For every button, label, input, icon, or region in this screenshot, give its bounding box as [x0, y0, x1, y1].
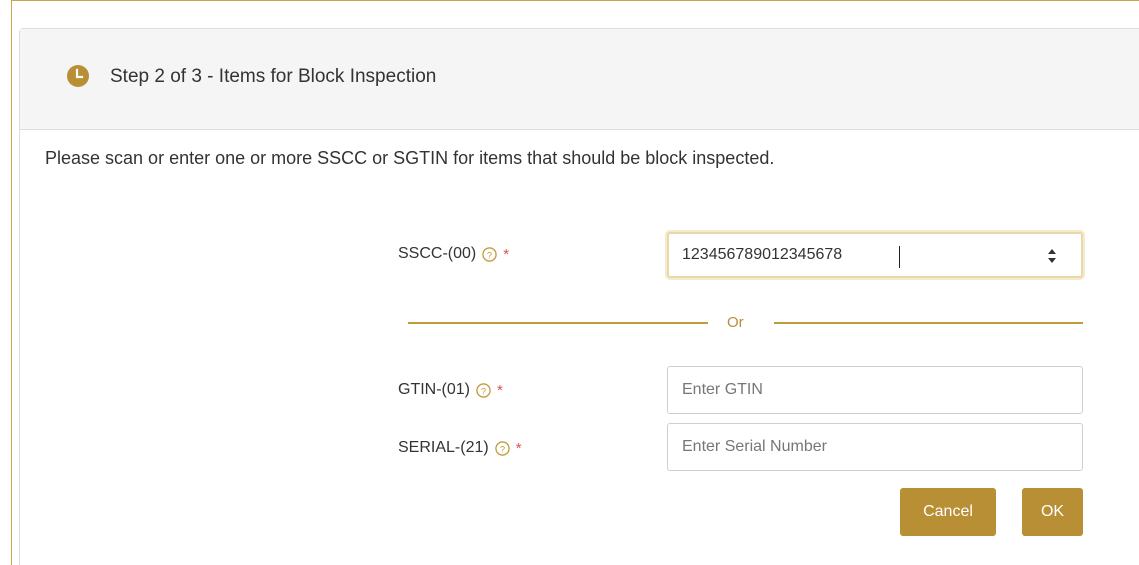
divider-or-label: Or [727, 314, 744, 331]
help-icon[interactable]: ? [482, 246, 497, 262]
sscc-label: SSCC-(00) [398, 245, 477, 262]
gtin-label: GTIN-(01) [398, 381, 470, 398]
divider-line-right [774, 322, 1083, 324]
svg-text:?: ? [500, 444, 505, 454]
required-marker: * [503, 245, 510, 263]
panel-header: Step 2 of 3 - Items for Block Inspection [20, 29, 1139, 130]
serial-number-input[interactable] [667, 423, 1083, 471]
gtin-input[interactable] [667, 366, 1083, 414]
svg-text:?: ? [481, 386, 486, 396]
ok-button[interactable]: OK [1022, 488, 1083, 536]
divider-line-left [408, 322, 708, 324]
clock-icon [67, 65, 89, 87]
sscc-input[interactable] [667, 232, 1083, 278]
svg-text:?: ? [487, 250, 492, 260]
step-panel: Step 2 of 3 - Items for Block Inspection [19, 28, 1139, 565]
required-marker: * [515, 439, 522, 457]
help-icon[interactable]: ? [494, 440, 510, 456]
cancel-button[interactable]: Cancel [900, 488, 996, 536]
instructions-text: Please scan or enter one or more SSCC or… [45, 148, 775, 168]
help-icon[interactable]: ? [476, 382, 491, 398]
text-caret [899, 246, 900, 268]
page-title: Step 2 of 3 - Items for Block Inspection [110, 66, 437, 87]
gtin-label-group: GTIN-(01) ? * [398, 381, 503, 399]
serial-label-group: SERIAL-(21) ? * [398, 439, 522, 457]
spinner-arrows-icon[interactable] [1046, 247, 1058, 265]
sscc-label-group: SSCC-(00) ? * [398, 245, 509, 263]
required-marker: * [497, 381, 503, 399]
serial-label: SERIAL-(21) [398, 439, 489, 456]
